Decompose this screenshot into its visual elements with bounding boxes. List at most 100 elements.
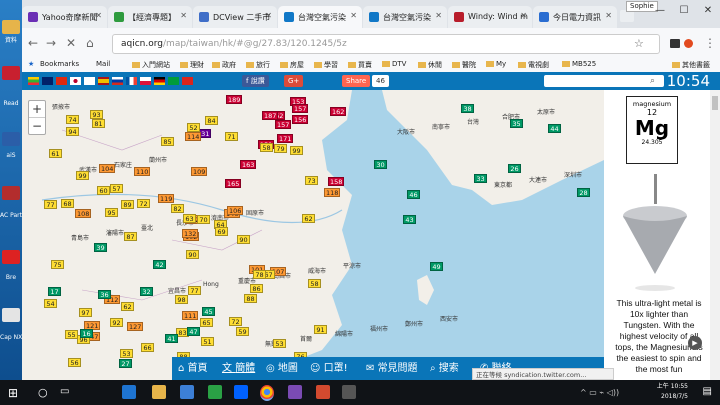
desktop-icon-capnx[interactable] bbox=[2, 308, 20, 322]
aqi-marker[interactable]: 68 bbox=[61, 199, 74, 208]
aqi-marker[interactable]: 189 bbox=[226, 95, 243, 104]
edge-icon[interactable] bbox=[122, 385, 136, 399]
search-icon[interactable]: ○ bbox=[38, 386, 48, 399]
aqi-marker[interactable]: 111 bbox=[182, 311, 199, 320]
bookmark-item[interactable]: 政府 bbox=[212, 60, 236, 70]
aqi-marker[interactable]: 63 bbox=[183, 214, 196, 223]
aqi-marker[interactable]: 26 bbox=[508, 164, 521, 173]
aqi-marker[interactable]: 157 bbox=[292, 104, 309, 113]
share-button[interactable]: Share bbox=[342, 75, 371, 87]
aqi-marker[interactable]: 84 bbox=[205, 116, 218, 125]
aqi-marker[interactable]: 75 bbox=[51, 260, 64, 269]
bookmark-item[interactable]: 學習 bbox=[314, 60, 338, 70]
aqi-marker[interactable]: 60 bbox=[97, 186, 110, 195]
flag-icon-korea[interactable] bbox=[84, 77, 95, 85]
bookmark-item[interactable]: My bbox=[486, 60, 506, 68]
aqi-marker[interactable]: 110 bbox=[134, 167, 151, 176]
bookmark-item[interactable]: 電視劇 bbox=[518, 60, 549, 70]
bookmark-item[interactable]: 其他書籤 bbox=[672, 60, 710, 70]
aqi-marker[interactable]: 87 bbox=[124, 232, 137, 241]
aqi-marker[interactable]: 53 bbox=[120, 349, 133, 358]
bookmark-item[interactable]: 理財 bbox=[180, 60, 204, 70]
close-icon[interactable]: ✕ bbox=[265, 11, 272, 20]
aqi-marker[interactable]: 27 bbox=[119, 359, 132, 368]
aqi-marker[interactable]: 53 bbox=[273, 339, 286, 348]
aqi-marker[interactable]: 41 bbox=[165, 334, 178, 343]
back-icon[interactable]: ← bbox=[28, 36, 38, 50]
aqi-marker[interactable]: 88 bbox=[244, 294, 257, 303]
close-icon[interactable]: ✕ bbox=[180, 11, 187, 20]
tab-aqicn-active[interactable]: 台灣空氣污染 ✕ bbox=[278, 6, 362, 28]
search-icon[interactable]: ⌕ bbox=[650, 76, 655, 86]
aqi-marker[interactable]: 98 bbox=[175, 295, 188, 304]
bookmark-item[interactable]: Mail bbox=[96, 60, 110, 68]
aqi-marker[interactable]: 72 bbox=[229, 317, 242, 326]
aqi-marker[interactable]: 58 bbox=[260, 143, 273, 152]
menu-simplified[interactable]: 文 簡體 bbox=[222, 357, 255, 380]
aqi-marker[interactable]: 65 bbox=[200, 318, 213, 327]
address-bar[interactable]: aqicn.org/map/taiwan/hk/#@g/27.83/120.12… bbox=[112, 34, 660, 54]
flag-icon-spain[interactable] bbox=[98, 77, 109, 85]
bookmark-item[interactable]: 休閒 bbox=[418, 60, 442, 70]
flag-icon-france[interactable] bbox=[126, 77, 137, 85]
aqi-marker[interactable]: 49 bbox=[430, 262, 443, 271]
aqi-marker[interactable]: 165 bbox=[225, 179, 242, 188]
menu-icon[interactable]: ⋮ bbox=[704, 36, 716, 50]
flag-icon-germany[interactable] bbox=[154, 77, 165, 85]
aqi-marker[interactable]: 118 bbox=[324, 188, 341, 197]
minimize-button[interactable]: — bbox=[648, 3, 672, 19]
aqi-marker[interactable]: 71 bbox=[225, 132, 238, 141]
aqi-marker[interactable]: 108 bbox=[75, 209, 92, 218]
aqi-marker[interactable]: 42 bbox=[153, 260, 166, 269]
aqi-marker[interactable]: 93 bbox=[90, 110, 103, 119]
app-icon[interactable] bbox=[342, 385, 356, 399]
extension-icon[interactable] bbox=[684, 39, 693, 48]
menu-home[interactable]: ⌂ 首頁 bbox=[178, 357, 208, 380]
aqi-marker[interactable]: 16 bbox=[80, 329, 93, 338]
tray-icons[interactable]: ^ ▭ ⌁ ◁)) bbox=[580, 388, 619, 397]
aqi-marker[interactable]: 61 bbox=[49, 149, 62, 158]
star-icon[interactable]: ☆ bbox=[634, 37, 644, 50]
dropbox-icon[interactable] bbox=[234, 385, 248, 399]
aqi-marker[interactable]: 86 bbox=[250, 284, 263, 293]
aqi-marker[interactable]: 45 bbox=[202, 307, 215, 316]
aqi-marker[interactable]: 51 bbox=[201, 337, 214, 346]
bookmark-item[interactable]: 旅行 bbox=[246, 60, 270, 70]
aqi-marker[interactable]: 90 bbox=[186, 250, 199, 259]
app-icon[interactable] bbox=[316, 385, 330, 399]
aqi-marker[interactable]: 114 bbox=[185, 132, 202, 141]
stop-icon[interactable]: ✕ bbox=[66, 36, 76, 50]
aqi-marker[interactable]: 77 bbox=[188, 286, 201, 295]
close-icon[interactable]: ✕ bbox=[435, 11, 442, 20]
aqi-marker[interactable]: 99 bbox=[76, 171, 89, 180]
aqi-marker[interactable]: 58 bbox=[308, 279, 321, 288]
aqi-marker[interactable]: 44 bbox=[548, 124, 561, 133]
aqi-marker[interactable]: 39 bbox=[94, 243, 107, 252]
advertisement-panel[interactable]: magnesium 12 Mg 24.305 This ultra-light … bbox=[604, 90, 710, 380]
page-scrollbar[interactable] bbox=[710, 90, 720, 380]
aqi-marker[interactable]: 56 bbox=[68, 358, 81, 367]
aqi-marker[interactable]: 70 bbox=[197, 215, 210, 224]
aqi-marker[interactable]: 99 bbox=[290, 146, 303, 155]
aqi-marker[interactable]: 109 bbox=[191, 167, 208, 176]
aqi-marker[interactable]: 162 bbox=[330, 107, 347, 116]
desktop-icon-bre[interactable] bbox=[2, 250, 20, 264]
desktop-icon-reader[interactable] bbox=[2, 66, 20, 80]
desktop-icon-acparti[interactable] bbox=[2, 186, 20, 200]
store-icon[interactable] bbox=[180, 385, 194, 399]
bookmark-item[interactable]: Bookmarks bbox=[40, 60, 79, 68]
aqi-marker[interactable]: 127 bbox=[127, 322, 144, 331]
aqi-marker[interactable]: 77 bbox=[44, 200, 57, 209]
aqi-marker[interactable]: 38 bbox=[461, 104, 474, 113]
flag-icon-poland[interactable] bbox=[140, 77, 151, 85]
app-icon[interactable] bbox=[288, 385, 302, 399]
aqi-marker[interactable]: 35 bbox=[510, 119, 523, 128]
aqi-marker[interactable]: 28 bbox=[577, 188, 590, 197]
aqi-marker[interactable]: 89 bbox=[121, 200, 134, 209]
menu-search[interactable]: ⌕ 搜索 bbox=[430, 357, 459, 380]
aqi-marker[interactable]: 157 bbox=[275, 120, 292, 129]
aqi-marker[interactable]: 132 bbox=[182, 229, 199, 238]
bookmark-item[interactable]: MB525 bbox=[562, 60, 596, 68]
aqi-marker[interactable]: 156 bbox=[292, 115, 309, 124]
aqi-marker[interactable]: 106 bbox=[227, 206, 244, 215]
